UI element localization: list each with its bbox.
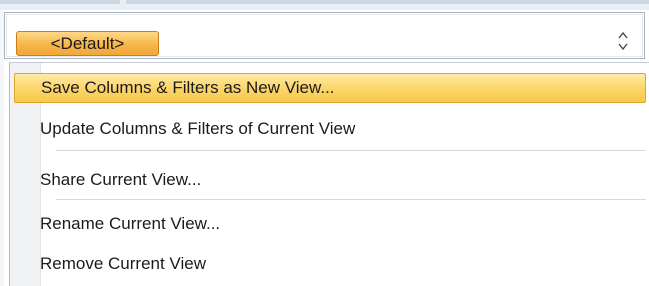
view-selector-window: <Default> Save Columns & Filters as New … [0,0,649,286]
menu-item-update-current-view[interactable]: Update Columns & Filters of Current View [14,115,646,145]
menu-item-label: Rename Current View... [40,214,221,233]
menu-item-remove-current-view[interactable]: Remove Current View [14,250,646,280]
menu-item-save-as-new-view[interactable]: Save Columns & Filters as New View... [14,73,646,103]
selected-view-chip[interactable]: <Default> [16,31,159,56]
menu-item-label: Update Columns & Filters of Current View [40,119,356,138]
menu-item-label: Save Columns & Filters as New View... [41,78,335,97]
background-toolbar-strip [0,0,649,10]
menu-item-label: Remove Current View [40,254,206,273]
menu-item-share-current-view[interactable]: Share Current View... [14,166,646,196]
menu-item-label: Share Current View... [40,170,202,189]
view-combo-box[interactable]: <Default> [4,12,645,59]
menu-separator [56,150,646,152]
menu-item-rename-current-view[interactable]: Rename Current View... [14,210,646,240]
background-segment [0,0,120,4]
background-segment [126,0,649,4]
menu-separator [56,199,646,201]
view-options-menu: Save Columns & Filters as New View... Up… [9,62,649,286]
up-down-arrows-icon[interactable] [616,27,630,55]
